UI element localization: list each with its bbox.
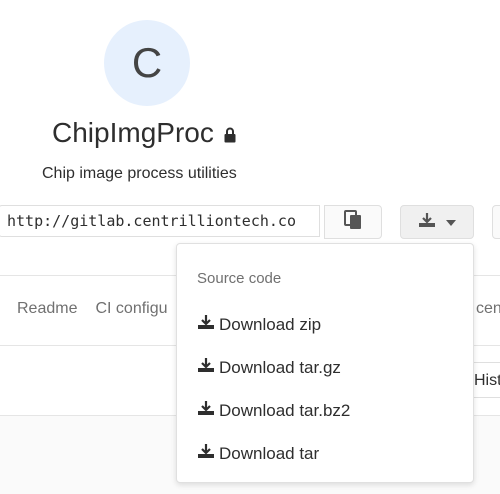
tab-readme[interactable]: Readme	[17, 300, 77, 318]
download-tar-gz-label: Download tar.gz	[219, 357, 341, 377]
download-tar-label: Download tar	[219, 443, 320, 463]
avatar-letter: C	[131, 39, 163, 86]
project-nav-tabs: Readme CI configu	[17, 300, 168, 318]
project-avatar: C	[104, 20, 190, 106]
project-title: ChipImgProc	[52, 117, 214, 148]
project-title-row: ChipImgProc	[52, 117, 236, 149]
download-dropdown-button[interactable]	[400, 205, 474, 239]
download-zip-item[interactable]: Download zip	[197, 314, 321, 335]
lock-icon	[224, 127, 236, 143]
tab-ci-configuration[interactable]: CI configu	[95, 300, 167, 318]
dropdown-header: Source code	[197, 270, 282, 287]
tab-partial-right[interactable]: cen	[476, 300, 500, 318]
download-icon	[197, 400, 215, 421]
download-icon	[197, 357, 215, 378]
copy-icon	[344, 209, 362, 235]
download-icon	[418, 212, 436, 233]
clone-url-input[interactable]	[0, 205, 320, 237]
caret-down-icon	[446, 213, 456, 231]
download-tar-bz2-item[interactable]: Download tar.bz2	[197, 400, 350, 421]
download-icon	[197, 443, 215, 464]
project-description: Chip image process utilities	[42, 165, 237, 182]
download-tar-gz-item[interactable]: Download tar.gz	[197, 357, 341, 378]
download-tar-bz2-label: Download tar.bz2	[219, 400, 351, 420]
download-icon	[197, 314, 215, 335]
download-tar-item[interactable]: Download tar	[197, 443, 319, 464]
download-zip-label: Download zip	[219, 314, 322, 334]
download-dropdown-menu: Source code Download zip Download tar.gz…	[176, 243, 474, 483]
history-label: Hist	[474, 372, 500, 389]
copy-url-button[interactable]	[324, 205, 382, 239]
overflow-button[interactable]	[492, 205, 500, 239]
project-page: C ChipImgProc Chip image process utiliti…	[0, 0, 500, 494]
